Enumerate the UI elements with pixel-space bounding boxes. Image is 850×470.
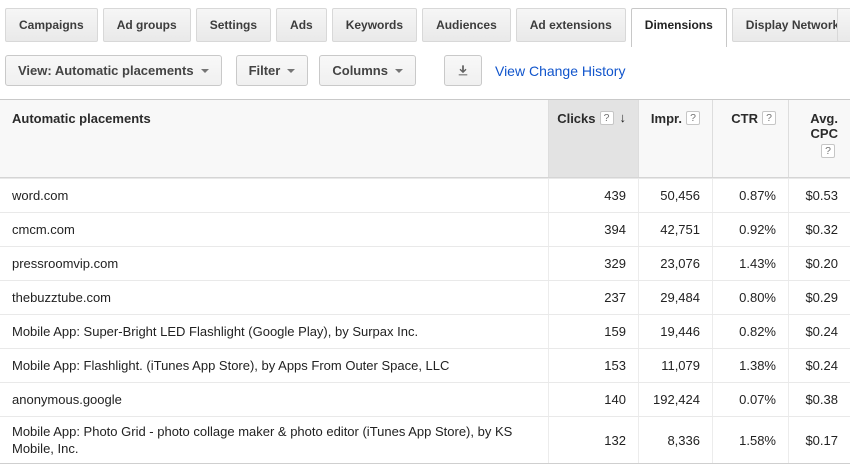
table-row: word.com 439 50,456 0.87% $0.53 (0, 178, 850, 212)
table-row: Mobile App: Photo Grid - photo collage m… (0, 416, 850, 463)
clicks-cell: 237 (548, 281, 638, 314)
filter-dropdown-button[interactable]: Filter (236, 55, 309, 86)
chevron-down-icon (395, 69, 403, 73)
avg-cpc-cell: $0.17 (788, 417, 850, 463)
placement-cell: Mobile App: Photo Grid - photo collage m… (0, 417, 548, 463)
avg-cpc-cell: $0.20 (788, 247, 850, 280)
avg-cpc-cell: $0.53 (788, 179, 850, 212)
ctr-cell: 0.07% (712, 383, 788, 416)
ctr-cell: 1.58% (712, 417, 788, 463)
tab-ad-groups[interactable]: Ad groups (103, 8, 191, 42)
impressions-cell: 192,424 (638, 383, 712, 416)
column-header-impressions-label: Impr. (651, 111, 682, 126)
avg-cpc-cell: $0.29 (788, 281, 850, 314)
table-row: anonymous.google 140 192,424 0.07% $0.38 (0, 382, 850, 416)
filter-dropdown-label: Filter (249, 63, 281, 78)
placements-table: Automatic placements Clicks ? ↓ Impr. ? … (0, 99, 850, 464)
impressions-cell: 42,751 (638, 213, 712, 246)
avg-cpc-line2: CPC (811, 126, 838, 141)
ctr-cell: 1.38% (712, 349, 788, 382)
table-row: thebuzztube.com 237 29,484 0.80% $0.29 (0, 280, 850, 314)
clicks-cell: 439 (548, 179, 638, 212)
placement-cell: thebuzztube.com (0, 281, 548, 314)
clicks-cell: 159 (548, 315, 638, 348)
chevron-down-icon (287, 69, 295, 73)
download-icon (457, 64, 469, 77)
toolbar: View: Automatic placements Filter Column… (5, 55, 850, 86)
columns-dropdown-label: Columns (332, 63, 388, 78)
impressions-cell: 50,456 (638, 179, 712, 212)
clicks-cell: 140 (548, 383, 638, 416)
tab-keywords[interactable]: Keywords (332, 8, 417, 42)
clicks-cell: 153 (548, 349, 638, 382)
column-header-avg-cpc-label: Avg. CPC ? (810, 111, 838, 158)
placement-cell: anonymous.google (0, 383, 548, 416)
impressions-cell: 19,446 (638, 315, 712, 348)
placement-cell: Mobile App: Super-Bright LED Flashlight … (0, 315, 548, 348)
help-icon[interactable]: ? (762, 111, 776, 125)
download-button[interactable] (444, 55, 482, 86)
table-header-row: Automatic placements Clicks ? ↓ Impr. ? … (0, 100, 850, 178)
impressions-cell: 11,079 (638, 349, 712, 382)
view-dropdown-label: View: Automatic placements (18, 63, 194, 78)
avg-cpc-cell: $0.24 (788, 349, 850, 382)
avg-cpc-line1: Avg. (810, 111, 838, 126)
placement-cell: word.com (0, 179, 548, 212)
column-header-impressions[interactable]: Impr. ? (638, 100, 712, 177)
view-change-history-link[interactable]: View Change History (495, 63, 625, 79)
tab-bar: Campaigns Ad groups Settings Ads Keyword… (0, 0, 850, 47)
clicks-cell: 394 (548, 213, 638, 246)
avg-cpc-cell: $0.38 (788, 383, 850, 416)
avg-cpc-cell: $0.24 (788, 315, 850, 348)
clicks-cell: 132 (548, 417, 638, 463)
column-header-ctr[interactable]: CTR ? (712, 100, 788, 177)
view-dropdown-button[interactable]: View: Automatic placements (5, 55, 222, 86)
table-row: Mobile App: Flashlight. (iTunes App Stor… (0, 348, 850, 382)
columns-dropdown-button[interactable]: Columns (319, 55, 416, 86)
ctr-cell: 0.80% (712, 281, 788, 314)
sort-desc-icon: ↓ (620, 111, 627, 125)
tab-partial[interactable] (837, 8, 850, 42)
ctr-cell: 0.92% (712, 213, 788, 246)
avg-cpc-cell: $0.32 (788, 213, 850, 246)
ctr-cell: 0.87% (712, 179, 788, 212)
help-icon[interactable]: ? (821, 144, 835, 158)
column-header-ctr-label: CTR (731, 111, 758, 126)
placement-cell: pressroomvip.com (0, 247, 548, 280)
column-header-clicks[interactable]: Clicks ? ↓ (548, 100, 638, 177)
ctr-cell: 0.82% (712, 315, 788, 348)
tab-settings[interactable]: Settings (196, 8, 271, 42)
table-row: cmcm.com 394 42,751 0.92% $0.32 (0, 212, 850, 246)
tab-display-network[interactable]: Display Network (732, 8, 850, 42)
clicks-cell: 329 (548, 247, 638, 280)
column-header-clicks-label: Clicks (557, 111, 595, 126)
tab-ad-extensions[interactable]: Ad extensions (516, 8, 626, 42)
column-header-avg-cpc[interactable]: Avg. CPC ? (788, 100, 850, 177)
table-row: pressroomvip.com 329 23,076 1.43% $0.20 (0, 246, 850, 280)
help-icon[interactable]: ? (600, 111, 614, 125)
chevron-down-icon (201, 69, 209, 73)
impressions-cell: 29,484 (638, 281, 712, 314)
tab-campaigns[interactable]: Campaigns (5, 8, 98, 42)
placement-cell: Mobile App: Flashlight. (iTunes App Stor… (0, 349, 548, 382)
placement-cell: cmcm.com (0, 213, 548, 246)
impressions-cell: 8,336 (638, 417, 712, 463)
impressions-cell: 23,076 (638, 247, 712, 280)
column-header-automatic-placements[interactable]: Automatic placements (0, 100, 548, 177)
tab-audiences[interactable]: Audiences (422, 8, 511, 42)
help-icon[interactable]: ? (686, 111, 700, 125)
tab-dimensions[interactable]: Dimensions (631, 8, 727, 47)
ctr-cell: 1.43% (712, 247, 788, 280)
table-row: Mobile App: Super-Bright LED Flashlight … (0, 314, 850, 348)
tab-ads[interactable]: Ads (276, 8, 327, 42)
